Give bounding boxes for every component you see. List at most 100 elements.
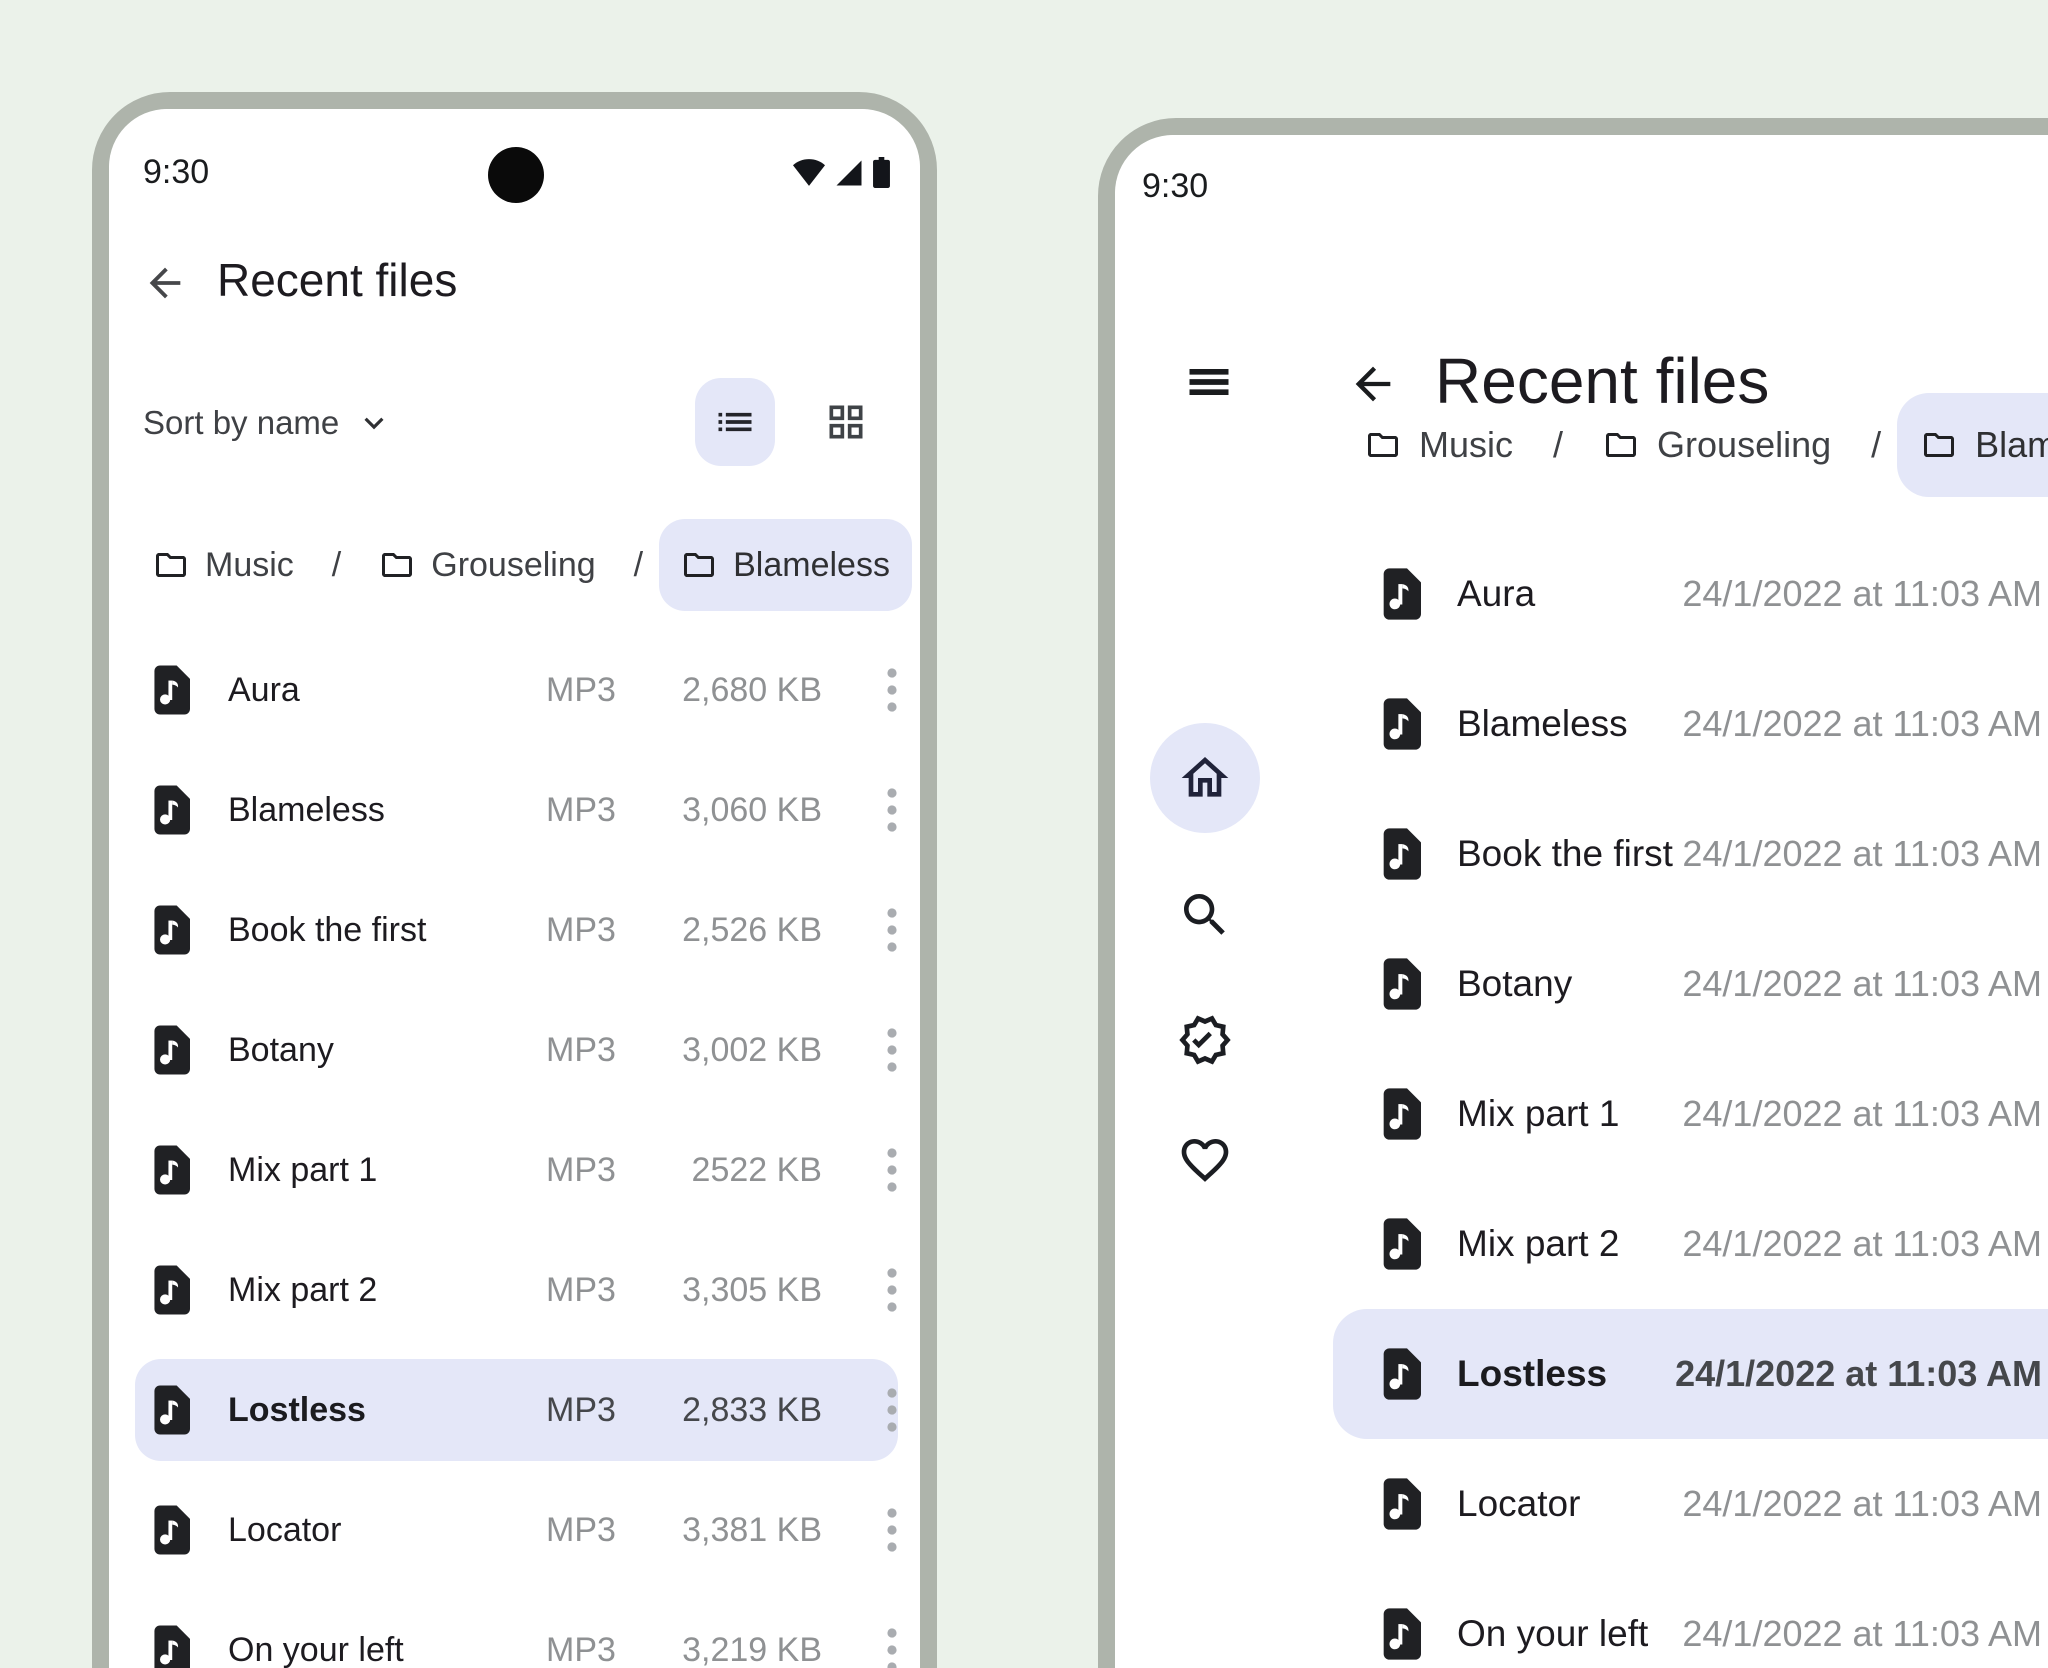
list-view-toggle[interactable] [695,378,775,466]
file-name: Blameless [228,790,385,829]
audio-file-icon [1383,1608,1421,1660]
more-vert-icon[interactable] [886,786,898,834]
breadcrumb-item-blameless[interactable]: Blameless [659,519,912,611]
folder-icon [1606,433,1637,457]
file-row[interactable]: Mix part 2 MP3 3,305 KB [135,1230,898,1350]
breadcrumb: Music / Grouseling / Blameless [131,517,912,613]
file-row[interactable]: Locator MP3 3,381 KB [135,1470,898,1590]
home-icon [1181,757,1229,797]
file-size: 2522 KB [691,1150,822,1189]
file-row[interactable]: Lostless MP3 2,833 KB [135,1350,898,1470]
breadcrumb-label: Grouseling [431,545,596,584]
file-name: Botany [1457,963,1573,1004]
folder-icon [1368,433,1398,457]
file-row[interactable]: On your left MP3 3,219 KB [135,1590,898,1668]
file-row[interactable]: Book the first 24/1/2022 at 11:03 AM [1333,789,2048,919]
breadcrumb-label: Blameless [733,545,890,584]
left-phone-screen: 9:30 Recent files Sort by name Music / G… [109,109,920,1668]
folder-icon [684,553,715,577]
file-row[interactable]: Mix part 2 24/1/2022 at 11:03 AM [1333,1179,2048,1309]
file-type: MP3 [546,1150,616,1189]
file-name: Aura [1457,573,1536,614]
grid-view-toggle[interactable] [808,390,884,454]
breadcrumb-item-grouseling[interactable]: Grouseling [357,519,617,611]
folder-icon [1924,433,1955,457]
breadcrumb-separator: / [1553,424,1564,465]
breadcrumb-item-blameless[interactable]: Blameless [1897,393,2048,497]
more-vert-icon[interactable] [886,1506,898,1554]
rail-item-search[interactable] [1177,887,1233,943]
file-row[interactable]: Mix part 1 MP3 2522 KB [135,1110,898,1230]
search-icon [1184,894,1225,935]
audio-file-icon [1383,828,1421,880]
file-name: Mix part 1 [228,1150,378,1189]
file-date: 24/1/2022 at 11:03 AM [1682,1093,2042,1134]
file-name: Mix part 1 [1457,1093,1620,1134]
audio-file-icon [154,905,190,955]
file-name: Locator [228,1510,342,1549]
folder-icon [382,553,413,577]
rail-item-favorites[interactable] [1177,1132,1233,1188]
chevron-down-icon [364,417,384,430]
status-icons [793,157,890,188]
file-date: 24/1/2022 at 11:03 AM [1682,703,2042,744]
rail-item-verified[interactable] [1177,1012,1233,1068]
file-size: 3,305 KB [682,1270,822,1309]
file-name: Mix part 2 [1457,1223,1620,1264]
heart-icon [1181,1139,1229,1182]
audio-file-icon [154,1625,190,1668]
file-name: Book the first [228,910,427,949]
breadcrumb-item-grouseling[interactable]: Grouseling [1579,393,1855,497]
file-type: MP3 [546,790,616,829]
more-vert-icon[interactable] [886,906,898,954]
more-vert-icon[interactable] [886,1026,898,1074]
file-name: On your left [228,1630,404,1668]
file-size: 2,680 KB [682,670,822,709]
more-vert-icon[interactable] [886,666,898,714]
more-vert-icon[interactable] [886,1266,898,1314]
file-row[interactable]: Book the first MP3 2,526 KB [135,870,898,990]
audio-file-icon [154,785,190,835]
file-row[interactable]: Locator 24/1/2022 at 11:03 AM [1333,1439,2048,1569]
file-row[interactable]: Blameless MP3 3,060 KB [135,750,898,870]
more-vert-icon[interactable] [886,1386,898,1434]
file-name: On your left [1457,1613,1649,1654]
right-phone-frame: 9:30 Recent files Music / Grouseling / B… [1098,118,2048,1668]
file-row[interactable]: Lostless 24/1/2022 at 11:03 AM [1333,1309,2048,1439]
back-button[interactable] [137,255,193,311]
breadcrumb-label: Grouseling [1657,424,1832,465]
more-vert-icon[interactable] [886,1146,898,1194]
file-row[interactable]: Aura MP3 2,680 KB [135,630,898,750]
menu-button[interactable] [1179,349,1239,415]
verified-badge-icon [1179,1015,1231,1065]
file-name: Locator [1457,1483,1581,1524]
breadcrumb-label: Music [205,545,294,584]
file-name: Lostless [1457,1353,1608,1394]
file-row[interactable]: Botany MP3 3,002 KB [135,990,898,1110]
cellular-signal-icon [836,160,862,185]
file-size: 3,060 KB [682,790,822,829]
audio-file-icon [1383,568,1421,620]
hamburger-menu-icon [1189,369,1229,395]
breadcrumb-label: Blameless [1975,424,2048,465]
file-row[interactable]: Mix part 1 24/1/2022 at 11:03 AM [1333,1049,2048,1179]
right-phone-screen: 9:30 Recent files Music / Grouseling / B… [1115,135,2048,1668]
more-vert-icon[interactable] [886,1626,898,1668]
sort-menu-button[interactable]: Sort by name [143,399,393,447]
file-row[interactable]: Blameless 24/1/2022 at 11:03 AM [1333,659,2048,789]
file-row[interactable]: On your left 24/1/2022 at 11:03 AM [1333,1569,2048,1668]
file-name: Botany [228,1030,334,1069]
breadcrumb-item-music[interactable]: Music [1341,393,1537,497]
file-name: Blameless [1457,703,1628,744]
sort-label: Sort by name [143,404,340,441]
file-row[interactable]: Botany 24/1/2022 at 11:03 AM [1333,919,2048,1049]
file-size: 3,002 KB [682,1030,822,1069]
rail-item-home[interactable] [1150,723,1260,833]
file-date: 24/1/2022 at 11:03 AM [1675,1353,2042,1394]
file-type: MP3 [546,910,616,949]
file-row[interactable]: Aura 24/1/2022 at 11:03 AM [1333,529,2048,659]
file-type: MP3 [546,1390,616,1429]
file-type: MP3 [546,1270,616,1309]
status-time: 9:30 [143,153,210,191]
breadcrumb-item-music[interactable]: Music [131,519,316,611]
